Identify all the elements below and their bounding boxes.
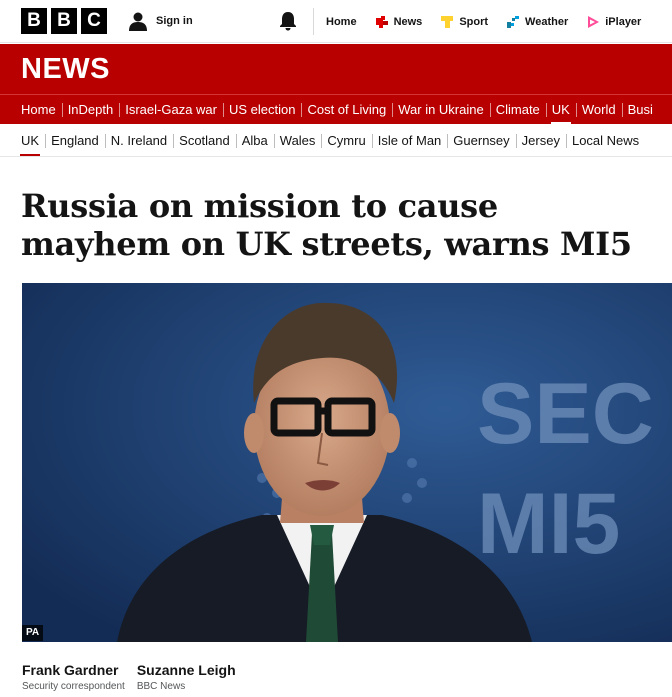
sign-in-link[interactable]: Sign in — [128, 10, 193, 32]
global-nav-label: Home — [326, 15, 357, 28]
byline: Frank Gardner Security correspondent — [22, 661, 125, 695]
primary-nav-item[interactable]: Home — [15, 95, 62, 124]
global-nav-sport[interactable]: Sport — [440, 15, 488, 29]
secondary-nav-item[interactable]: Cymru — [321, 125, 371, 156]
secondary-nav: UK England N. Ireland Scotland Alba Wale… — [0, 125, 672, 157]
secondary-nav-item[interactable]: Alba — [235, 125, 274, 156]
author-name: Suzanne Leigh — [136, 662, 236, 678]
primary-nav-item[interactable]: InDepth — [61, 95, 120, 124]
secondary-nav-item[interactable]: Wales — [273, 125, 322, 156]
speaker-photo: SEC MI5 — [22, 283, 672, 642]
global-nav-label: Weather — [525, 15, 569, 28]
global-nav-label: iPlayer — [605, 15, 642, 28]
notifications-bell-icon[interactable] — [279, 11, 297, 31]
secondary-nav-item[interactable]: N. Ireland — [104, 125, 173, 156]
bbc-logo[interactable]: B B C — [21, 8, 107, 34]
byline: Suzanne Leigh BBC News — [137, 661, 236, 695]
news-icon — [375, 15, 388, 28]
article-bylines: Frank Gardner Security correspondent Suz… — [22, 661, 236, 695]
global-nav-label: News — [393, 15, 423, 28]
secondary-nav-item[interactable]: England — [45, 125, 105, 156]
secondary-nav-item-active[interactable]: UK — [15, 125, 45, 156]
primary-nav: Home InDepth Israel-Gaza war US election… — [0, 94, 672, 124]
primary-nav-item[interactable]: World — [575, 95, 622, 124]
image-credit: PA — [22, 625, 44, 641]
weather-icon — [507, 15, 520, 28]
primary-nav-item[interactable]: Israel-Gaza war — [119, 95, 223, 124]
global-nav-news[interactable]: News — [375, 15, 423, 29]
primary-nav-item-active[interactable]: UK — [545, 95, 576, 124]
article-hero-image: SEC MI5 — [22, 283, 672, 642]
news-logo[interactable]: NEWS — [21, 53, 110, 86]
global-nav-iplayer[interactable]: iPlayer — [586, 15, 641, 29]
backdrop-text: MI5 — [477, 476, 620, 572]
author-role: Security correspondent — [22, 681, 125, 692]
global-nav-label: Sport — [459, 15, 489, 28]
secondary-nav-item[interactable]: Jersey — [515, 125, 566, 156]
backdrop-text: SEC — [477, 366, 654, 462]
author-name: Frank Gardner — [22, 662, 119, 678]
primary-nav-item[interactable]: Cost of Living — [301, 95, 392, 124]
header-divider — [313, 8, 314, 35]
primary-nav-item[interactable]: US election — [222, 95, 301, 124]
bbc-logo-letter: C — [81, 8, 107, 34]
bbc-logo-letter: B — [51, 8, 77, 34]
secondary-nav-item[interactable]: Isle of Man — [371, 125, 448, 156]
global-nav-home[interactable]: Home — [326, 16, 357, 28]
sport-icon — [441, 15, 454, 28]
secondary-nav-item[interactable]: Local News — [565, 125, 645, 156]
global-header: B B C Sign in Home News Sport Weather iP… — [0, 0, 672, 43]
author-role: BBC News — [136, 681, 186, 692]
sign-in-label: Sign in — [156, 15, 193, 27]
primary-nav-item[interactable]: Climate — [489, 95, 546, 124]
secondary-nav-item[interactable]: Guernsey — [447, 125, 515, 156]
news-banner: NEWS — [0, 44, 672, 94]
primary-nav-item[interactable]: Busi — [621, 95, 659, 124]
bbc-logo-letter: B — [21, 8, 47, 34]
user-icon — [129, 12, 147, 31]
secondary-nav-item[interactable]: Scotland — [173, 125, 236, 156]
iplayer-icon — [588, 15, 600, 28]
primary-nav-item[interactable]: War in Ukraine — [392, 95, 489, 124]
global-nav: Home News Sport Weather iPlayer — [326, 0, 659, 43]
global-nav-weather[interactable]: Weather — [506, 15, 568, 29]
article-headline: Russia on mission to cause mayhem on UK … — [21, 187, 632, 263]
